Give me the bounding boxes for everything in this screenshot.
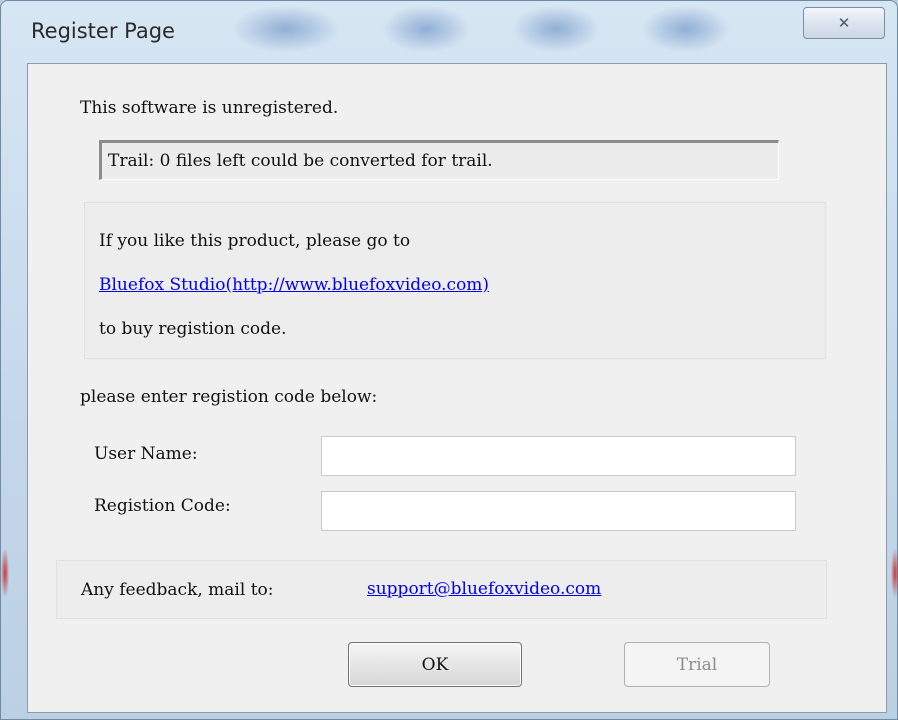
feedback-panel: Any feedback, mail to: support@bluefoxvi… (56, 560, 827, 619)
registion-code-label: Registion Code: (94, 496, 231, 516)
user-name-label: User Name: (94, 444, 198, 464)
close-icon: ✕ (837, 14, 851, 32)
trial-status-text: Trail: 0 files left could be converted f… (108, 151, 493, 171)
ok-button[interactable]: OK (348, 642, 522, 687)
support-email-link[interactable]: support@bluefoxvideo.com (367, 579, 601, 599)
window-frame: Register Page ✕ This software is unregis… (0, 0, 898, 720)
feedback-label: Any feedback, mail to: (81, 580, 274, 600)
background-blur (231, 5, 341, 53)
purchase-info-panel: If you like this product, please go to B… (84, 202, 826, 359)
registion-code-input[interactable] (321, 491, 796, 531)
background-edge (891, 549, 898, 597)
dialog-body: This software is unregistered. Trail: 0 … (27, 63, 887, 713)
user-name-input[interactable] (321, 436, 796, 476)
close-button[interactable]: ✕ (803, 7, 885, 39)
trial-status-box: Trail: 0 files left could be converted f… (99, 140, 779, 180)
registration-prompt: please enter registion code below: (80, 387, 378, 407)
background-edge (1, 549, 9, 597)
unregistered-heading: This software is unregistered. (80, 98, 339, 118)
purchase-line: to buy registion code. (99, 319, 287, 339)
purchase-line: If you like this product, please go to (99, 231, 411, 251)
bluefox-studio-link[interactable]: Bluefox Studio(http://www.bluefoxvideo.c… (99, 275, 489, 295)
background-blur (381, 5, 471, 53)
trial-button[interactable]: Trial (624, 642, 770, 687)
background-blur (641, 5, 731, 53)
window-title: Register Page (31, 19, 175, 43)
background-blur (511, 5, 601, 53)
